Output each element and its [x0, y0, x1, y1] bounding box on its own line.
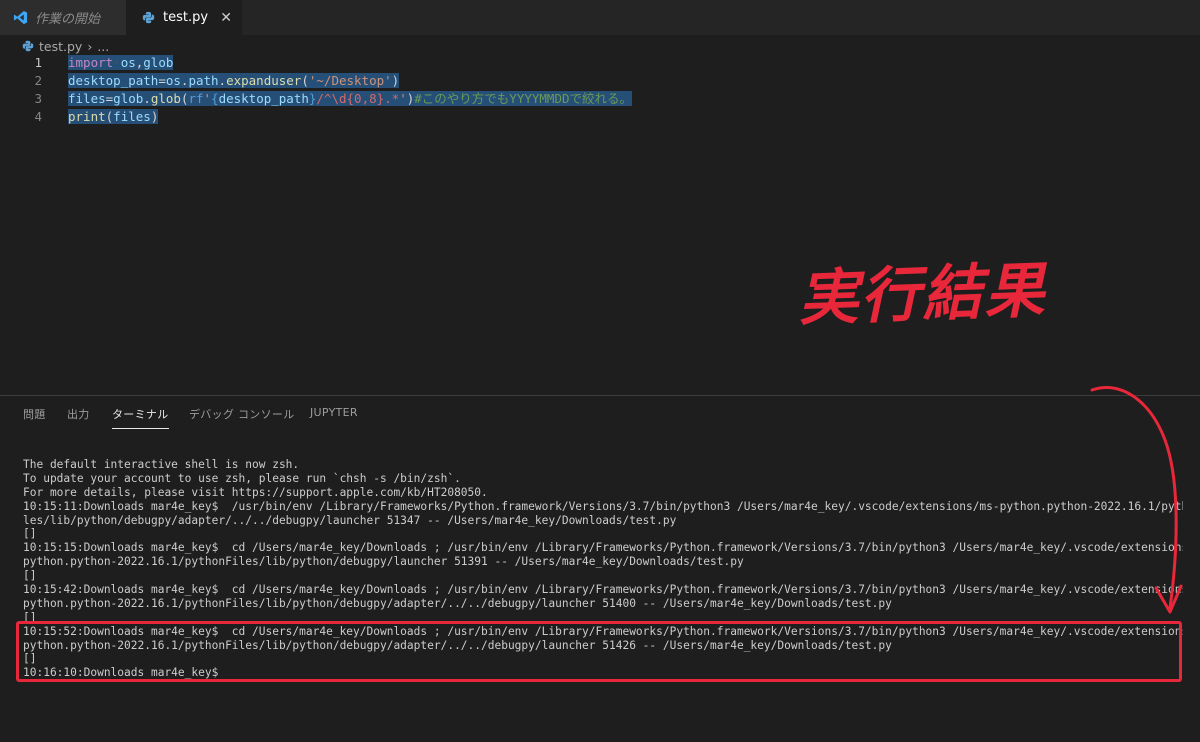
code-line-2: 2 desktop_path=os.path.expanduser('~/Des… — [0, 72, 1200, 90]
tab-test-py[interactable]: test.py ✕ — [126, 0, 242, 35]
line-number: 1 — [34, 55, 42, 70]
tab-problems[interactable]: 問題 — [23, 406, 46, 422]
code-comment: #このやり方でもYYYYMMDDで絞れる。 — [414, 91, 633, 106]
terminal-line: 10:15:11:Downloads mar4e_key$ /usr/bin/e… — [23, 499, 1183, 513]
handwritten-annotation: 実行結果 — [797, 255, 1048, 335]
python-file-icon — [22, 40, 34, 52]
breadcrumb: test.py › ... — [22, 38, 109, 54]
code-line-1: 1 import·os,glob — [0, 54, 1200, 72]
terminal-line: For more details, please visit https://s… — [23, 485, 488, 499]
tab-debug-console[interactable]: デバッグ コンソール — [189, 406, 295, 422]
terminal-line: The default interactive shell is now zsh… — [23, 458, 300, 471]
terminal-line: 10:15:42:Downloads mar4e_key$ cd /Users/… — [23, 583, 1183, 597]
code-text: print(files) — [68, 109, 159, 124]
code-line-4: 4 print(files) — [0, 108, 1200, 126]
breadcrumb-file[interactable]: test.py — [39, 39, 82, 54]
breadcrumb-tail[interactable]: ... — [97, 39, 109, 54]
code-text: desktop_path=os.path.expanduser('~/Deskt… — [68, 73, 400, 88]
tab-getting-started[interactable]: 作業の開始 — [0, 0, 126, 35]
terminal-line: [] — [23, 527, 37, 541]
tab-terminal[interactable]: ターミナル — [112, 406, 169, 429]
close-icon[interactable]: ✕ — [220, 10, 232, 26]
tab-jupyter[interactable]: JUPYTER — [310, 406, 358, 419]
panel-tab-bar: 問題 出力 ターミナル デバッグ コンソール JUPYTER — [0, 396, 1200, 430]
code-text: files=glob.glob(rf'{desktop_path}/^\d{0,… — [68, 91, 633, 106]
code-editor[interactable]: 1 import·os,glob 2 desktop_path=os.path.… — [0, 54, 1200, 394]
terminal-line: [] — [23, 569, 37, 583]
line-number: 2 — [34, 73, 42, 88]
highlight-box — [16, 621, 1182, 682]
vscode-icon — [12, 10, 28, 26]
terminal-line: python.python-2022.16.1/pythonFiles/lib/… — [23, 596, 892, 610]
terminal-line: To update your account to use zsh, pleas… — [23, 471, 461, 485]
arrow-icon — [1090, 385, 1183, 614]
line-number: 3 — [34, 91, 42, 106]
code-line-3: 3 files=glob.glob(rf'{desktop_path}/^\d{… — [0, 90, 1200, 108]
code-text: import·os,glob — [68, 55, 174, 70]
tab-label: 作業の開始 — [35, 12, 101, 27]
python-file-icon — [140, 10, 156, 26]
editor-tab-bar: 作業の開始 test.py ✕ — [0, 0, 1200, 35]
chevron-right-icon: › — [87, 38, 93, 54]
tab-output[interactable]: 出力 — [67, 406, 90, 422]
terminal-line: python.python-2022.16.1/pythonFiles/lib/… — [23, 555, 744, 569]
tab-label: test.py — [163, 10, 209, 25]
terminal-line: les/lib/python/debugpy/adapter/../../deb… — [23, 513, 677, 527]
terminal-line: 10:15:15:Downloads mar4e_key$ cd /Users/… — [23, 541, 1183, 555]
line-number: 4 — [34, 109, 42, 124]
